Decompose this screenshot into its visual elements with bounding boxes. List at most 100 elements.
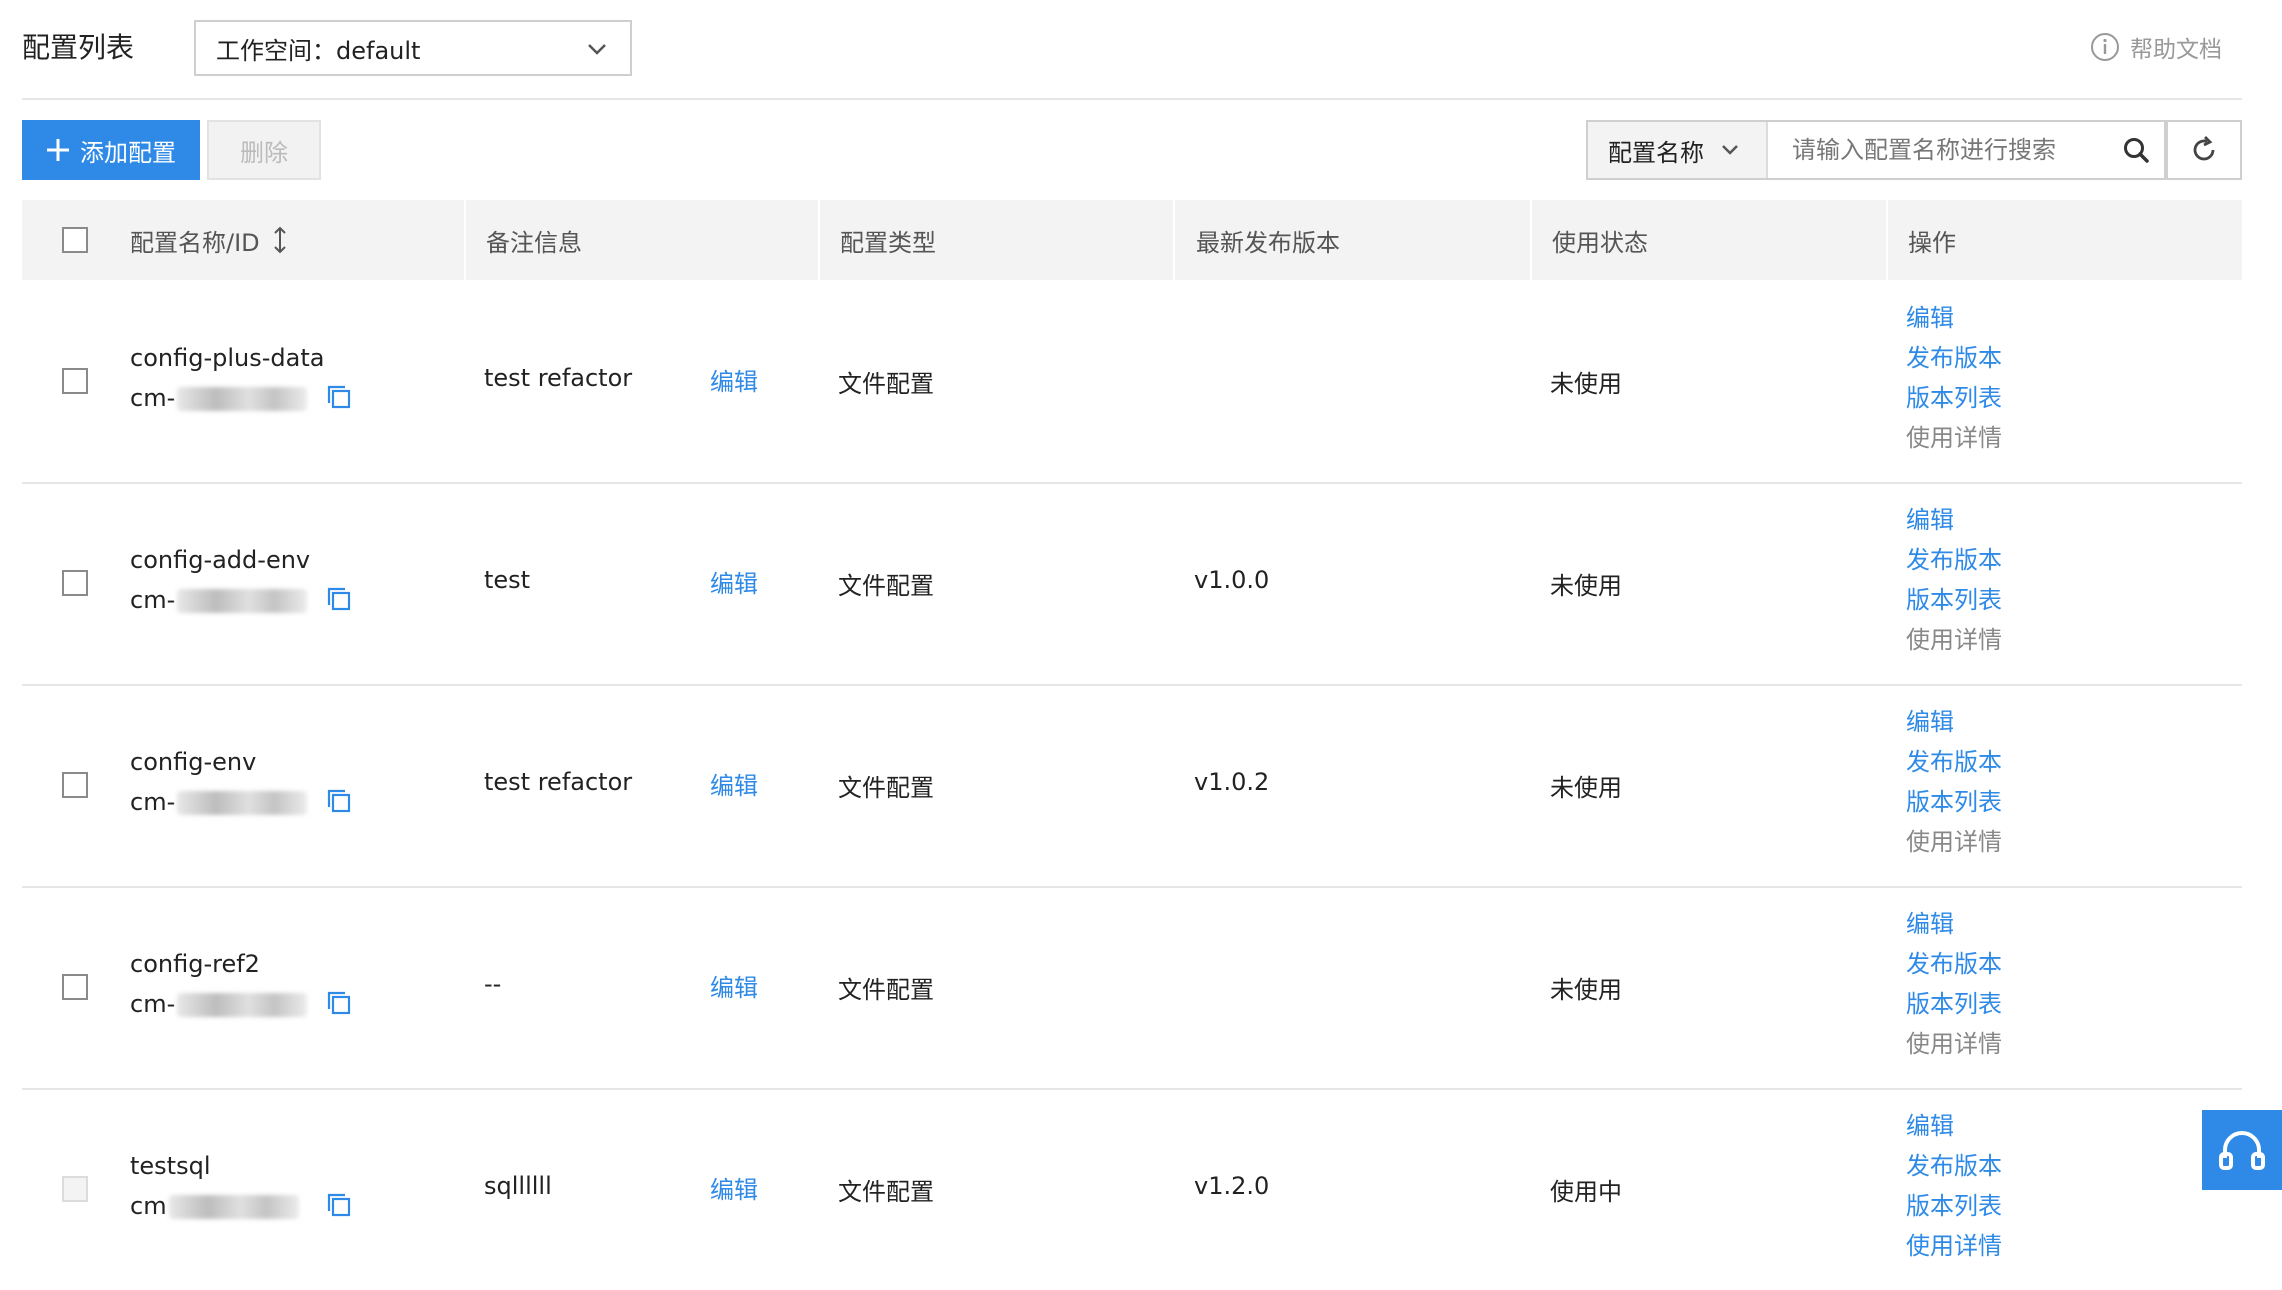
search-type-select[interactable]: 配置名称 [1588,122,1768,178]
sort-icon [273,226,286,254]
edit-remark-link[interactable]: 编辑 [710,766,758,801]
column-header-type: 配置类型 [840,228,936,257]
row-actions: 编辑 发布版本 版本列表 使用详情 [1906,1106,2002,1266]
latest-version: v1.2.0 [1194,1172,1270,1200]
row-actions: 编辑 发布版本 版本列表 使用详情 [1906,298,2002,458]
config-id: cm- [130,586,308,614]
copy-icon[interactable] [326,586,352,612]
config-id: cm- [130,788,308,816]
version-list-link[interactable]: 版本列表 [1906,580,2002,620]
table-row: config-plus-data cm- test refactor 编辑 文件… [22,280,2242,484]
column-divider [1173,200,1175,280]
column-header-remark: 备注信息 [486,228,582,257]
publish-version-link[interactable]: 发布版本 [1906,338,2002,378]
help-docs-label: 帮助文档 [2130,37,2222,63]
search-input[interactable] [1768,122,2108,178]
column-divider [1530,200,1532,280]
edit-link[interactable]: 编辑 [1906,904,2002,944]
info-icon [2091,33,2119,61]
table-row: config-env cm- test refactor 编辑 文件配置 v1.… [22,684,2242,888]
edit-link[interactable]: 编辑 [1906,298,2002,338]
config-id: cm- [130,990,308,1018]
publish-version-link[interactable]: 发布版本 [1906,944,2002,984]
version-list-link[interactable]: 版本列表 [1906,1186,2002,1226]
usage-status: 未使用 [1550,976,1622,1004]
version-list-link[interactable]: 版本列表 [1906,984,2002,1024]
remark-text: -- [484,970,502,998]
redacted-id [168,1195,299,1219]
workspace-select[interactable]: 工作空间：default [194,20,632,76]
row-actions: 编辑 发布版本 版本列表 使用详情 [1906,702,2002,862]
edit-link[interactable]: 编辑 [1906,702,2002,742]
search-type-value: 配置名称 [1608,138,1704,167]
plus-icon [47,139,69,161]
add-config-label: 添加配置 [80,138,176,167]
redacted-id [177,993,308,1017]
edit-remark-link[interactable]: 编辑 [710,362,758,397]
copy-icon[interactable] [326,384,352,410]
usage-details-link: 使用详情 [1906,1030,2002,1058]
copy-icon[interactable] [326,990,352,1016]
version-list-link[interactable]: 版本列表 [1906,378,2002,418]
redacted-id [177,387,308,411]
refresh-button[interactable] [2166,120,2242,180]
column-header-version: 最新发布版本 [1196,228,1340,257]
column-header-status: 使用状态 [1552,228,1648,257]
usage-details-link[interactable]: 使用详情 [1906,1226,2002,1266]
usage-details-link: 使用详情 [1906,828,2002,856]
remark-text: test refactor [484,364,633,392]
chevron-down-icon [1722,145,1738,155]
search-bar: 配置名称 [1586,120,2166,180]
usage-status: 未使用 [1550,370,1622,398]
copy-icon[interactable] [326,1192,352,1218]
edit-remark-link[interactable]: 编辑 [710,564,758,599]
column-divider [818,200,820,280]
help-docs-link[interactable]: 帮助文档 [2090,30,2222,64]
edit-link[interactable]: 编辑 [1906,1106,2002,1146]
usage-details-link: 使用详情 [1906,626,2002,654]
row-checkbox[interactable] [62,772,88,798]
config-name: config-ref2 [130,950,260,978]
workspace-select-value: 工作空间：default [216,36,421,65]
config-id: cm [130,1192,299,1220]
row-checkbox[interactable] [62,570,88,596]
row-actions: 编辑 发布版本 版本列表 使用详情 [1906,904,2002,1064]
publish-version-link[interactable]: 发布版本 [1906,742,2002,782]
row-checkbox[interactable] [62,368,88,394]
version-list-link[interactable]: 版本列表 [1906,782,2002,822]
config-type: 文件配置 [838,774,934,802]
config-type: 文件配置 [838,572,934,600]
edit-remark-link[interactable]: 编辑 [710,1170,758,1205]
row-checkbox [62,1176,88,1202]
usage-status: 未使用 [1550,572,1622,600]
table-row: config-add-env cm- test 编辑 文件配置 v1.0.0 未… [22,482,2242,686]
edit-remark-link[interactable]: 编辑 [710,968,758,1003]
search-button[interactable] [2108,122,2164,178]
config-name: config-env [130,748,257,776]
publish-version-link[interactable]: 发布版本 [1906,540,2002,580]
select-all-checkbox[interactable] [62,227,88,253]
table-row: testsql cm sqllllll 编辑 文件配置 v1.2.0 使用中 编… [22,1088,2242,1290]
refresh-icon [2193,136,2215,161]
headset-icon [2219,1131,2265,1170]
redacted-id [177,589,308,613]
customer-support-button[interactable] [2202,1110,2282,1190]
column-header-name[interactable]: 配置名称/ID [130,200,288,280]
remark-text: test refactor [484,768,633,796]
config-name: config-add-env [130,546,311,574]
row-actions: 编辑 发布版本 版本列表 使用详情 [1906,500,2002,660]
latest-version: v1.0.0 [1194,566,1270,594]
redacted-id [177,791,308,815]
edit-link[interactable]: 编辑 [1906,500,2002,540]
row-checkbox[interactable] [62,974,88,1000]
usage-details-link: 使用详情 [1906,424,2002,452]
add-config-button[interactable]: 添加配置 [22,120,200,180]
usage-status: 未使用 [1550,774,1622,802]
copy-icon[interactable] [326,788,352,814]
config-name: config-plus-data [130,344,325,372]
config-id: cm- [130,384,308,412]
config-type: 文件配置 [838,1178,934,1206]
publish-version-link[interactable]: 发布版本 [1906,1146,2002,1186]
delete-button[interactable]: 删除 [207,120,321,180]
config-type: 文件配置 [838,370,934,398]
